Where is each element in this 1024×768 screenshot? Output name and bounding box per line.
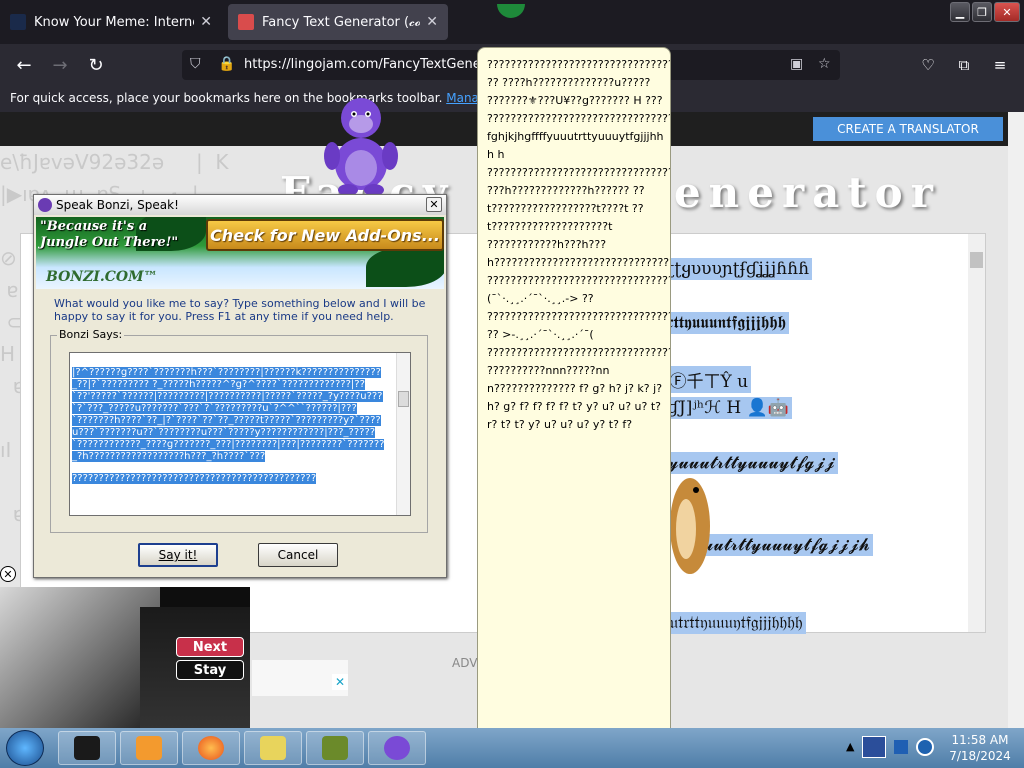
taskbar-terminal[interactable] [58, 731, 116, 765]
check-addons-button[interactable]: Check for New Add-Ons... [206, 219, 444, 251]
video-close-icon[interactable]: ✕ [0, 566, 16, 582]
tab-close-icon[interactable]: ✕ [426, 14, 438, 30]
bonzi-gorilla-icon [384, 736, 410, 760]
result-line[interactable]: ʈɾʈʈყυυυɲʈʄɠʝʝʝɦɦɦ [650, 258, 813, 280]
jungle-banner: "Because it's a Jungle Out There!" Check… [36, 217, 444, 289]
selected-text: |?^??????g????`???????h???`????????|????… [72, 367, 385, 462]
reload-icon[interactable]: ↻ [83, 53, 109, 77]
say-text-content: |?^??????g????`???????h???`????????|????… [72, 367, 392, 485]
jungle-slogan: "Because it's a Jungle Out There!" [40, 219, 178, 251]
url-text[interactable]: https://lingojam.com/FancyTextGenerator [244, 57, 512, 72]
start-button-icon[interactable] [6, 730, 44, 766]
slogan-line: Jungle Out There!" [40, 235, 179, 250]
video-frame [0, 587, 160, 728]
terminal-icon [74, 736, 100, 760]
result-line[interactable]: 𝓯𝓽𝔂𝓾𝓾𝓾𝓽𝓻𝓽𝓽𝔂𝓾𝓾𝓾𝔂𝓽𝓯𝓰𝓳𝓳 [650, 452, 838, 474]
advertisement-label: ADV [452, 656, 478, 670]
leaf-decoration [366, 247, 444, 287]
bonzi-says-group: Bonzi Says: |?^??????g????`???????h???`?… [50, 328, 428, 533]
media-player-icon [136, 736, 162, 760]
alien-mascot-icon [497, 4, 525, 18]
tooltip-text-popup: ????????????????????????????????????????… [477, 47, 671, 768]
dialog-titlebar[interactable]: Speak Bonzi, Speak! ✕ [34, 195, 446, 215]
scroll-thumb[interactable] [398, 391, 409, 407]
say-text-area[interactable]: |?^??????g????`???????h???`????????|????… [69, 352, 411, 516]
forward-arrow-icon[interactable]: → [47, 53, 73, 77]
tab-label: Fancy Text Generator (𝓬𝓸𝓹𝔂 𝓪𝓷𝓭 𝓹𝓪𝓼𝓽𝓮) [262, 14, 421, 30]
results-scrollbar[interactable] [968, 234, 985, 632]
clock-time: 11:58 AM [951, 733, 1009, 747]
tab-fancy-text-generator[interactable]: Fancy Text Generator (𝓬𝓸𝓹𝔂 𝓪𝓷𝓭 𝓹𝓪𝓼𝓽𝓮) ✕ [228, 4, 448, 40]
taskbar-bonzi-box[interactable] [306, 731, 364, 765]
bookmark-star-icon[interactable]: ☆ [818, 56, 831, 72]
clock-date: 7/18/2024 [949, 749, 1011, 763]
pocket-icon[interactable]: ♡ [915, 53, 941, 77]
say-it-button[interactable]: Say it! [138, 543, 218, 567]
video-ad-popup[interactable]: Next Stay [0, 587, 250, 728]
clock[interactable]: 11:58 AM 7/18/2024 [944, 732, 1016, 764]
window-controls: ▁ ❐ ✕ [950, 2, 1020, 22]
text-scrollbar[interactable] [396, 353, 410, 515]
tab-close-icon[interactable]: ✕ [200, 14, 212, 30]
restore-icon[interactable]: ❐ [972, 2, 992, 22]
taskbar-firefox[interactable] [182, 731, 240, 765]
lock-icon[interactable]: 🔒 [218, 56, 235, 72]
speak-bonzi-dialog: Speak Bonzi, Speak! ✕ "Because it's a Ju… [33, 194, 447, 578]
selected-text-tail: ????????????????????????????????????????… [72, 473, 317, 484]
create-translator-button[interactable]: CREATE A TRANSLATOR [813, 117, 1003, 141]
menu-icon[interactable]: ≡ [987, 53, 1013, 77]
tray-speaker-icon[interactable] [916, 738, 934, 756]
taskbar-chat[interactable] [244, 731, 302, 765]
result-line[interactable]: 𝓾𝓾𝓽𝓻𝓽𝓽𝔂𝓾𝓾𝓾𝔂𝓽𝓯𝓰𝓳𝓳𝓳𝓱 [700, 534, 873, 556]
minimize-icon[interactable]: ▁ [950, 2, 970, 22]
reader-view-icon[interactable]: ▣ [790, 56, 803, 72]
bonzi-buddy-gorilla-icon[interactable] [318, 86, 404, 198]
back-arrow-icon[interactable]: ← [11, 53, 37, 77]
dialog-title: Speak Bonzi, Speak! [56, 198, 179, 212]
page-scrollbar[interactable] [1008, 112, 1024, 728]
extensions-icon[interactable]: ⧉ [951, 53, 977, 77]
taskbar-bonzi[interactable] [368, 731, 426, 765]
firefox-icon [198, 736, 224, 760]
lingojam-favicon-icon [238, 14, 254, 30]
tab-bar: Know Your Meme: Internet Memes ✕ Fancy T… [0, 0, 1024, 44]
result-line[interactable]: ₣Ⓕ千ㄒŶ u [658, 366, 752, 393]
taskbar-media-player[interactable] [120, 731, 178, 765]
slogan-line: "Because it's a [40, 219, 148, 234]
bonzi-app-icon [38, 198, 52, 212]
dialog-prompt: What would you like me to say? Type some… [54, 297, 426, 323]
group-label: Bonzi Says: [57, 328, 125, 341]
shield-icon[interactable]: ⛉ [190, 56, 201, 72]
tab-know-your-meme[interactable]: Know Your Meme: Internet Memes ✕ [0, 4, 222, 40]
video-next-button[interactable]: Next [176, 637, 244, 657]
chat-icon [260, 736, 286, 760]
scroll-thumb[interactable] [970, 252, 983, 268]
video-stay-button[interactable]: Stay [176, 660, 244, 680]
tray-network-icon[interactable] [862, 736, 886, 758]
close-window-icon[interactable]: ✕ [994, 2, 1020, 22]
cancel-button[interactable]: Cancel [258, 543, 338, 567]
hamster-character-icon [670, 478, 710, 574]
system-tray: ▲ 11:58 AM 7/18/2024 [840, 728, 1024, 768]
tab-label: Know Your Meme: Internet Memes [34, 14, 194, 30]
taskbar: ▲ 11:58 AM 7/18/2024 [0, 728, 1024, 768]
tray-monitor-icon[interactable] [894, 740, 908, 754]
dialog-close-icon[interactable]: ✕ [426, 197, 442, 212]
ad-close-icon[interactable]: ✕ [332, 674, 348, 690]
bonzi-box-icon [322, 736, 348, 760]
kym-favicon-icon [10, 14, 26, 30]
result-line[interactable]: ʄɠJ]ʲʰℋ H 👤🤖 [658, 397, 792, 419]
tray-arrow-icon[interactable]: ▲ [846, 740, 854, 753]
bonzi-logo: BONZI.COM™ [46, 269, 158, 285]
result-line[interactable]: 𝔲𝔲𝔲𝔱𝔯𝔱𝔱𝔶𝔲𝔲𝔲𝔶𝔱𝔣𝔤𝔧𝔧𝔧𝔥𝔥𝔥𝔥 [650, 612, 806, 634]
